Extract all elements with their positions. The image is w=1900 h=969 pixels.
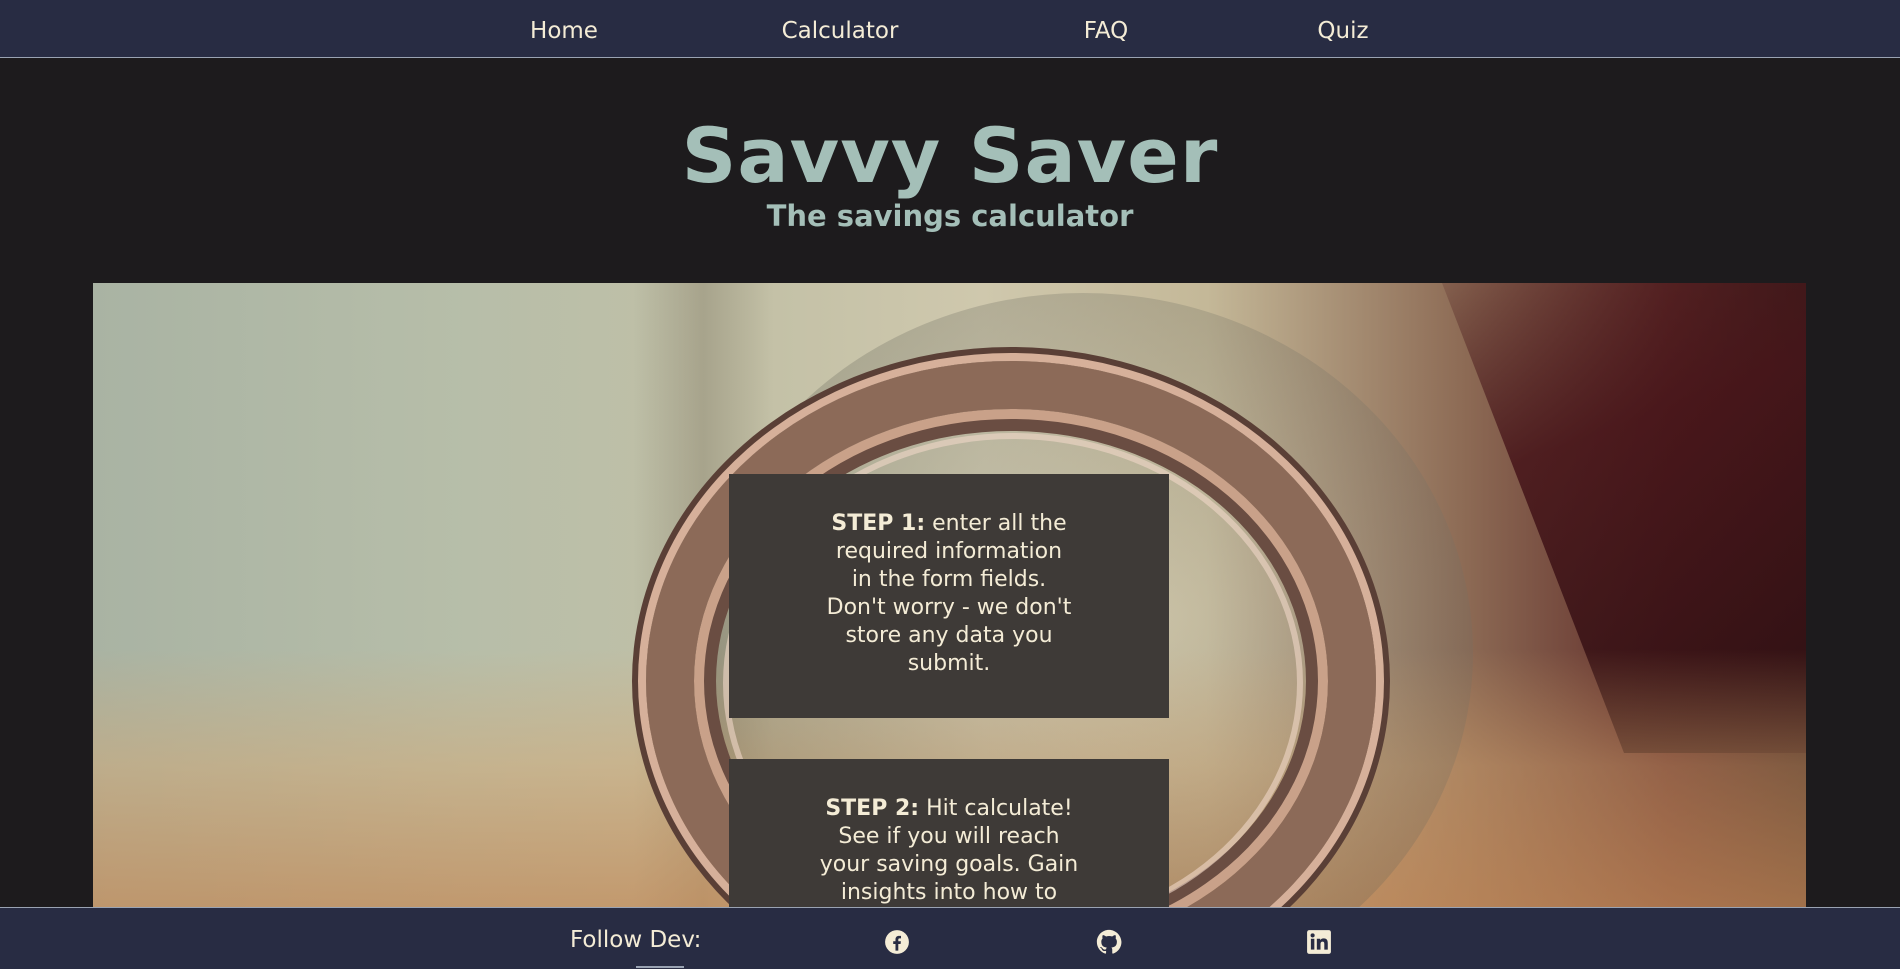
page-title: Savvy Saver	[681, 111, 1219, 200]
facebook-icon[interactable]	[884, 929, 910, 955]
step-2-text: STEP 2: Hit calculate! See if you will r…	[819, 795, 1079, 907]
follow-dev-label: Follow Dev:	[570, 927, 702, 953]
footer-underline	[636, 966, 684, 968]
linkedin-icon[interactable]	[1306, 929, 1332, 955]
nav-link-home[interactable]: Home	[530, 16, 598, 46]
github-icon[interactable]	[1096, 929, 1122, 955]
step-card-1: STEP 1: enter all the required informati…	[729, 474, 1169, 718]
page-subtitle: The savings calculator	[766, 199, 1134, 233]
footer-bar: Follow Dev:	[0, 907, 1900, 969]
step-2-heading: STEP 2:	[825, 796, 920, 821]
top-navbar: Home Calculator FAQ Quiz	[0, 0, 1900, 58]
nav-link-calculator[interactable]: Calculator	[782, 16, 899, 46]
step-1-heading: STEP 1:	[831, 511, 926, 536]
nav-link-faq[interactable]: FAQ	[1084, 16, 1129, 46]
step-card-2: STEP 2: Hit calculate! See if you will r…	[729, 759, 1169, 909]
nav-link-quiz[interactable]: Quiz	[1317, 16, 1368, 46]
step-1-text: STEP 1: enter all the required informati…	[824, 510, 1074, 678]
